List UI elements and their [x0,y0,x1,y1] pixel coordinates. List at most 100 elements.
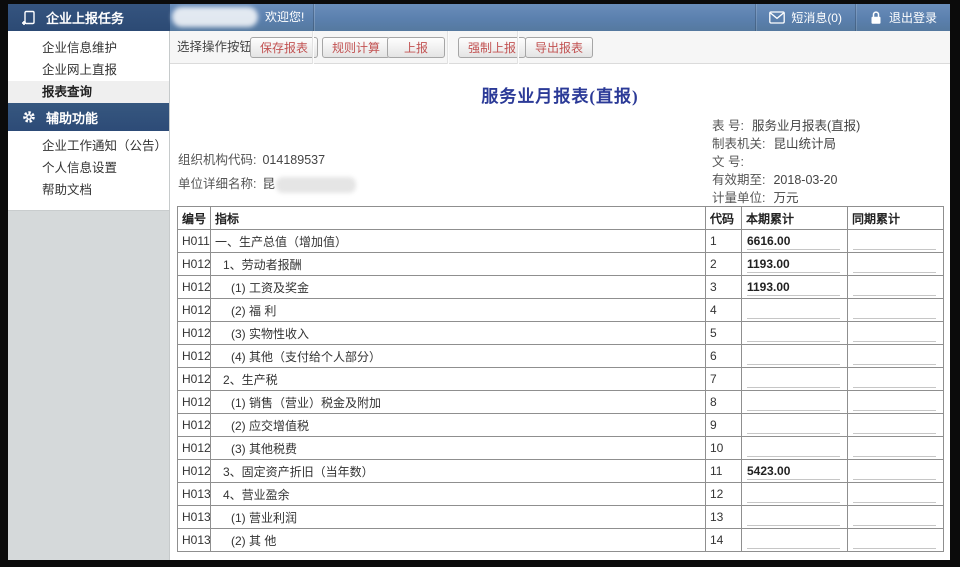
table-row: H0124 (4) 其他（支付给个人部分） 6 [178,345,944,368]
row-code: 3 [706,276,742,299]
org-meta: 组织机构代码:014189537 单位详细名称:昆 [178,148,356,196]
meta-line: 表 号:服务业月报表(直报) [712,117,860,135]
row-id-link[interactable]: H0127 [178,414,211,437]
row-id-link[interactable]: H0131 [178,506,211,529]
row-code: 5 [706,322,742,345]
row-code: 10 [706,437,742,460]
current-period-input[interactable] [747,463,840,480]
prior-period-input[interactable] [853,233,936,250]
row-id-link[interactable]: H0125 [178,368,211,391]
row-id-link[interactable]: H0121 [178,276,211,299]
sidebar-menu-item[interactable]: 企业信息维护 [8,37,169,59]
topbar: 欢迎您! 短消息(0) 退 [170,4,950,31]
row-id-link[interactable]: H0128 [178,437,211,460]
current-period-input[interactable] [747,302,840,319]
current-period-input[interactable] [747,279,840,296]
toolbar-separator [312,31,313,64]
sidebar: 企业信息维护企业网上直报报表查询 辅助功能 企业工作通知（公告）个人信息设置帮助… [8,31,170,560]
col-header-code: 代码 [706,207,742,230]
current-period-input[interactable] [747,233,840,250]
row-id-link[interactable]: H0122 [178,299,211,322]
sidebar-menu-item[interactable]: 企业网上直报 [8,59,169,81]
row-id-link[interactable]: H0124 [178,345,211,368]
row-id-link[interactable]: H0119 [178,230,211,253]
sidebar-section-aux-functions[interactable]: 辅助功能 [8,103,169,131]
current-period-input[interactable] [747,371,840,388]
sidebar-menu-item[interactable]: 企业工作通知（公告） [8,135,169,157]
row-indicator: 一、生产总值（增加值） [211,230,706,253]
app-screen: 企业上报任务 欢迎您! 短消息(0) [8,4,950,560]
prior-period-input[interactable] [853,371,936,388]
logout-label: 退出登录 [889,9,937,26]
meta-label: 表 号: [712,119,744,133]
table-row: H0122 (2) 福 利 4 [178,299,944,322]
col-header-indicator: 指标 [211,207,706,230]
row-indicator: 2、生产税 [211,368,706,391]
current-period-input[interactable] [747,256,840,273]
prior-period-input[interactable] [853,302,936,319]
prior-period-input[interactable] [853,486,936,503]
table-row: H0128 (3) 其他税费 10 [178,437,944,460]
meta-value: 2018-03-20 [773,173,837,187]
prior-period-input[interactable] [853,325,936,342]
row-indicator: (2) 福 利 [211,299,706,322]
row-id-link[interactable]: H0130 [178,483,211,506]
meta-line: 计量单位:万元 [712,189,860,207]
row-id-link[interactable]: H0129 [178,460,211,483]
col-header-prior: 同期累计 [848,207,944,230]
messages-button[interactable]: 短消息(0) [755,4,855,31]
org-code-label: 组织机构代码: [178,153,256,167]
current-period-input[interactable] [747,417,840,434]
row-indicator: (3) 其他税费 [211,437,706,460]
meta-line: 有效期至:2018-03-20 [712,171,860,189]
sidebar-menu-item[interactable]: 帮助文档 [8,179,169,201]
row-code: 2 [706,253,742,276]
row-code: 4 [706,299,742,322]
redacted-unit-name [276,177,356,193]
toolbar-button-1[interactable]: 保存报表 [250,37,318,58]
current-period-input[interactable] [747,486,840,503]
table-row: H0121 (1) 工资及奖金 3 [178,276,944,299]
prior-period-input[interactable] [853,463,936,480]
row-id-link[interactable]: H0123 [178,322,211,345]
prior-period-input[interactable] [853,440,936,457]
row-indicator: (1) 销售（营业）税金及附加 [211,391,706,414]
row-code: 11 [706,460,742,483]
toolbar-button-3[interactable]: 上报 [387,37,445,58]
current-period-input[interactable] [747,348,840,365]
toolbar-label: 选择操作按钮: [177,31,255,63]
toolbar-button-4[interactable]: 强制上报 [458,37,526,58]
prior-period-input[interactable] [853,348,936,365]
sidebar-menu-item[interactable]: 个人信息设置 [8,157,169,179]
current-period-input[interactable] [747,532,840,549]
row-id-link[interactable]: H0126 [178,391,211,414]
prior-period-input[interactable] [853,256,936,273]
row-code: 13 [706,506,742,529]
meta-line: 制表机关:昆山统计局 [712,135,860,153]
prior-period-input[interactable] [853,509,936,526]
logout-button[interactable]: 退出登录 [855,4,950,31]
prior-period-input[interactable] [853,279,936,296]
col-header-id: 编号 [178,207,211,230]
prior-period-input[interactable] [853,532,936,549]
report-table: 编号 指标 代码 本期累计 同期累计 H0119 一、生产总值（增加值） 1 H… [177,206,944,552]
toolbar-button-5[interactable]: 导出报表 [525,37,593,58]
toolbar: 选择操作按钮: 保存报表规则计算上报强制上报导出报表 [170,31,950,64]
current-period-input[interactable] [747,509,840,526]
row-code: 6 [706,345,742,368]
sidebar-menu-item[interactable]: 报表查询 [8,81,169,103]
meta-value: 昆山统计局 [773,137,836,151]
sidebar-section-enterprise-tasks[interactable]: 企业上报任务 [8,4,170,31]
current-period-input[interactable] [747,440,840,457]
current-period-input[interactable] [747,325,840,342]
row-code: 14 [706,529,742,552]
current-period-input[interactable] [747,394,840,411]
prior-period-input[interactable] [853,417,936,434]
prior-period-input[interactable] [853,394,936,411]
toolbar-button-2[interactable]: 规则计算 [322,37,390,58]
unit-name-label: 单位详细名称: [178,177,256,191]
table-row: H0131 (1) 营业利润 13 [178,506,944,529]
row-id-link[interactable]: H0120 [178,253,211,276]
row-id-link[interactable]: H0132 [178,529,211,552]
section-label: 企业上报任务 [46,8,124,27]
